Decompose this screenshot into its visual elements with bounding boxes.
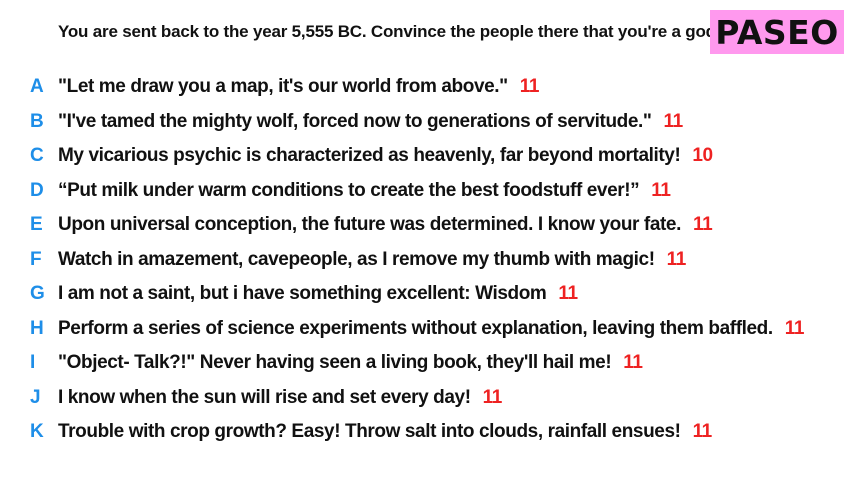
answer-text-body: “Put milk under warm conditions to creat… [58, 179, 640, 201]
answer-text: I am not a saint, but i have something e… [58, 283, 578, 305]
answer-row-a: A "Let me draw you a map, it's our world… [0, 70, 853, 105]
answer-text: "Let me draw you a map, it's our world f… [58, 76, 539, 98]
answer-text-body: "Object- Talk?!" Never having seen a liv… [58, 352, 612, 374]
answer-text: Trouble with crop growth? Easy! Throw sa… [58, 421, 712, 443]
answer-letter: A [30, 76, 44, 98]
answer-text-body: Watch in amazement, cavepeople, as I rem… [58, 248, 655, 270]
answer-score: 11 [692, 214, 713, 236]
answer-text-body: Upon universal conception, the future wa… [58, 214, 681, 236]
answer-row-j: J I know when the sun will rise and set … [0, 381, 853, 416]
answer-text: "Object- Talk?!" Never having seen a liv… [58, 352, 643, 374]
answer-row-c: C My vicarious psychic is characterized … [0, 139, 853, 174]
answer-text-body: I know when the sun will rise and set ev… [58, 386, 471, 408]
answer-text-body: "I've tamed the mighty wolf, forced now … [58, 110, 652, 132]
answer-score: 11 [692, 421, 713, 443]
answer-letter: F [30, 248, 42, 270]
answer-letter: J [30, 386, 41, 408]
answer-letter: G [30, 283, 45, 305]
answer-text: "I've tamed the mighty wolf, forced now … [58, 111, 683, 133]
answer-letter: E [30, 214, 43, 236]
answer-row-h: H Perform a series of science experiment… [0, 312, 853, 347]
answer-text: My vicarious psychic is characterized as… [58, 145, 713, 167]
answer-text: “Put milk under warm conditions to creat… [58, 180, 671, 202]
answer-score: 11 [651, 179, 671, 201]
answer-row-d: D “Put milk under warm conditions to cre… [0, 174, 853, 209]
answer-text: Perform a series of science experiments … [58, 318, 804, 340]
paseo-logo: PASEO [710, 10, 844, 54]
prompt-text: You are sent back to the year 5,555 BC. … [58, 22, 721, 41]
answer-row-i: I "Object- Talk?!" Never having seen a l… [0, 346, 853, 381]
answer-text-body: Trouble with crop growth? Easy! Throw sa… [58, 421, 681, 443]
answer-text-body: I am not a saint, but i have something e… [58, 283, 547, 305]
answer-letter: D [30, 179, 44, 201]
answer-letter: C [30, 145, 44, 167]
answer-score: 11 [784, 317, 805, 339]
answer-row-g: G I am not a saint, but i have something… [0, 277, 853, 312]
answer-row-k: K Trouble with crop growth? Easy! Throw … [0, 415, 853, 450]
answer-score: 11 [663, 110, 684, 132]
answer-score: 11 [623, 352, 643, 374]
answer-score: 11 [519, 76, 540, 98]
answer-row-b: B "I've tamed the mighty wolf, forced no… [0, 105, 853, 140]
answer-text: Upon universal conception, the future wa… [58, 214, 713, 236]
answer-score: 11 [558, 283, 578, 305]
answer-letter: K [30, 421, 44, 443]
answer-letter: B [30, 110, 44, 132]
answer-letter: I [30, 352, 36, 374]
answer-text-body: Perform a series of science experiments … [58, 317, 773, 339]
answer-text: I know when the sun will rise and set ev… [58, 387, 502, 409]
answer-score: 10 [692, 145, 713, 167]
answer-score: 11 [482, 386, 503, 408]
answer-row-e: E Upon universal conception, the future … [0, 208, 853, 243]
answer-text: Watch in amazement, cavepeople, as I rem… [58, 249, 686, 271]
answer-text-body: My vicarious psychic is characterized as… [58, 145, 681, 167]
answer-list: A "Let me draw you a map, it's our world… [0, 70, 853, 450]
answer-letter: H [30, 317, 44, 339]
answer-row-f: F Watch in amazement, cavepeople, as I r… [0, 243, 853, 278]
answer-score: 11 [666, 248, 687, 270]
answer-text-body: "Let me draw you a map, it's our world f… [58, 76, 508, 98]
